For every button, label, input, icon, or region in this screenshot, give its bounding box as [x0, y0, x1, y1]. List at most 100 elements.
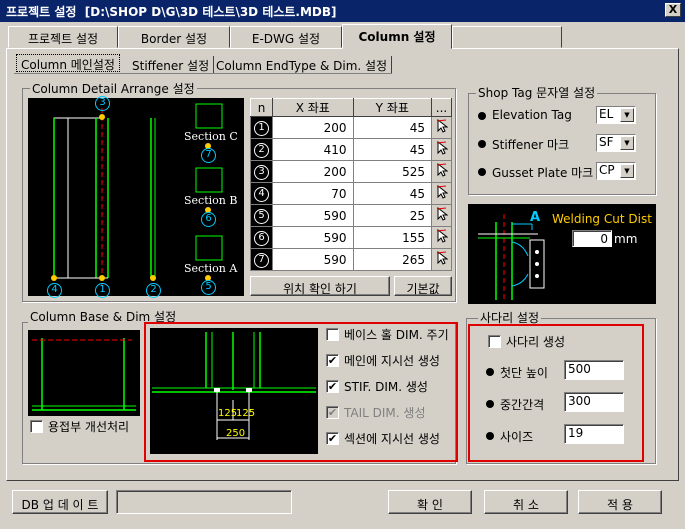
x-cell[interactable]: 200: [272, 116, 354, 139]
y-cell[interactable]: 25: [352, 204, 433, 227]
table-row[interactable]: 5 590 25: [250, 204, 452, 227]
tab-column[interactable]: Column 설정: [342, 24, 452, 49]
subtab-stiffener[interactable]: Stiffener 설정: [128, 56, 215, 74]
close-button[interactable]: X: [665, 3, 681, 17]
y-cell[interactable]: 155: [352, 226, 433, 249]
db-update-button[interactable]: DB 업 데 이 트: [12, 490, 108, 514]
bullet-icon: [486, 400, 494, 408]
ladder-field-input[interactable]: 300: [564, 392, 624, 412]
row-number-badge: 5: [254, 209, 269, 224]
default-button[interactable]: 기본값: [394, 276, 452, 296]
table-row[interactable]: 3 200 525: [250, 160, 452, 183]
ladder-field-input[interactable]: 500: [564, 360, 624, 380]
table-row[interactable]: 4 70 45: [250, 182, 452, 205]
row-number-badge: 3: [254, 165, 269, 180]
x-cell[interactable]: 590: [272, 226, 354, 249]
chevron-down-icon[interactable]: ▼: [620, 164, 634, 178]
x-cell[interactable]: 590: [272, 204, 354, 227]
shoptag-group-label: Shop Tag 문자열 설정: [476, 84, 598, 101]
row-number-badge: 6: [254, 231, 269, 246]
subtab-divider: [14, 73, 392, 74]
base-option-checkbox[interactable]: ✔: [326, 354, 339, 367]
bullet-icon: [478, 168, 486, 176]
chevron-down-icon[interactable]: ▼: [620, 108, 634, 122]
base-option-label: TAIL DIM. 생성: [344, 406, 426, 420]
x-cell[interactable]: 70: [272, 182, 354, 205]
x-cell[interactable]: 200: [272, 160, 354, 183]
pick-point-icon[interactable]: [431, 138, 452, 161]
pick-point-icon[interactable]: [431, 204, 452, 227]
table-row[interactable]: 1 200 45: [250, 116, 452, 139]
shoptag-select[interactable]: CP ▼: [596, 162, 636, 180]
chevron-down-icon[interactable]: ▼: [620, 136, 634, 150]
apply-button[interactable]: 적 용: [578, 490, 662, 514]
y-cell[interactable]: 525: [352, 160, 433, 183]
check-position-button[interactable]: 위치 확인 하기: [250, 276, 390, 296]
base-option-checkbox[interactable]: [326, 328, 339, 341]
weld-prep-checkbox[interactable]: [30, 420, 43, 433]
base-option-label: STIF. DIM. 생성: [344, 380, 428, 394]
x-cell[interactable]: 590: [272, 248, 354, 271]
marker-7: 7: [201, 148, 216, 163]
pick-point-icon[interactable]: [431, 116, 452, 139]
welding-cut-input[interactable]: 0: [572, 230, 612, 247]
shoptag-select[interactable]: EL ▼: [596, 106, 636, 124]
y-cell[interactable]: 45: [352, 138, 433, 161]
tab-edwg[interactable]: E-DWG 설정: [230, 26, 342, 48]
table-row[interactable]: 2 410 45: [250, 138, 452, 161]
welding-unit: mm: [614, 232, 638, 246]
tab-border[interactable]: Border 설정: [118, 26, 230, 48]
table-row[interactable]: 7 590 265: [250, 248, 452, 271]
status-field: [116, 490, 292, 514]
dim-125-right: 125: [236, 408, 256, 419]
row-number: 1: [250, 116, 273, 139]
section-b-label: Section B: [184, 194, 238, 207]
y-cell[interactable]: 45: [352, 116, 433, 139]
row-number-badge: 4: [254, 187, 269, 202]
cancel-button[interactable]: 취 소: [484, 490, 568, 514]
base-option-checkbox[interactable]: ✔: [326, 406, 339, 419]
x-cell[interactable]: 410: [272, 138, 354, 161]
base-option-checkbox[interactable]: ✔: [326, 380, 339, 393]
shoptag-value: CP: [599, 163, 615, 177]
y-cell[interactable]: 265: [352, 248, 433, 271]
bullet-icon: [478, 112, 486, 120]
y-cell[interactable]: 45: [352, 182, 433, 205]
tab-project[interactable]: 프로젝트 설정: [8, 26, 118, 48]
arrange-group-label: Column Detail Arrange 설정: [30, 80, 197, 97]
ladder-create-checkbox[interactable]: [488, 335, 501, 348]
shoptag-label: Elevation Tag: [492, 108, 572, 122]
marker-4: 4: [47, 283, 62, 298]
subtab-column-main[interactable]: Column 메인설정: [16, 54, 120, 72]
col-y: Y 좌표: [352, 98, 433, 117]
base-option-checkbox[interactable]: ✔: [326, 432, 339, 445]
tab-empty[interactable]: [452, 26, 562, 48]
shoptag-value: SF: [599, 135, 614, 149]
shoptag-label: Gusset Plate 마크: [492, 166, 594, 180]
subtab-endtype[interactable]: Column EndType & Dim. 설정: [212, 56, 393, 74]
row-number: 6: [250, 226, 273, 249]
marker-2: 2: [146, 283, 161, 298]
ok-button[interactable]: 확 인: [388, 490, 472, 514]
row-number: 7: [250, 248, 273, 271]
welding-marker: A: [530, 210, 541, 225]
marker-3: 3: [95, 96, 110, 111]
welding-diagram: A Welding Cut Dist 0 mm: [468, 204, 656, 304]
ladder-create-label: 사다리 생성: [506, 335, 566, 349]
row-number: 3: [250, 160, 273, 183]
col-more[interactable]: ...: [431, 98, 452, 117]
base-small-diagram: [28, 330, 140, 416]
shoptag-select[interactable]: SF ▼: [596, 134, 636, 152]
ladder-field-input[interactable]: 19: [564, 424, 624, 444]
pick-point-icon[interactable]: [431, 182, 452, 205]
window-title: 프로젝트 설정 [D:\SHOP D\G\3D 테스트\3D 테스트.MDB]: [0, 0, 685, 22]
bullet-icon: [486, 368, 494, 376]
marker-5: 5: [201, 280, 216, 295]
pick-point-icon[interactable]: [431, 160, 452, 183]
ladder-field-label: 첫단 높이: [500, 366, 548, 380]
pick-point-icon[interactable]: [431, 248, 452, 271]
ladder-field-label: 사이즈: [500, 430, 534, 444]
table-row[interactable]: 6 590 155: [250, 226, 452, 249]
base-option-label: 베이스 홀 DIM. 주기: [344, 328, 449, 342]
pick-point-icon[interactable]: [431, 226, 452, 249]
